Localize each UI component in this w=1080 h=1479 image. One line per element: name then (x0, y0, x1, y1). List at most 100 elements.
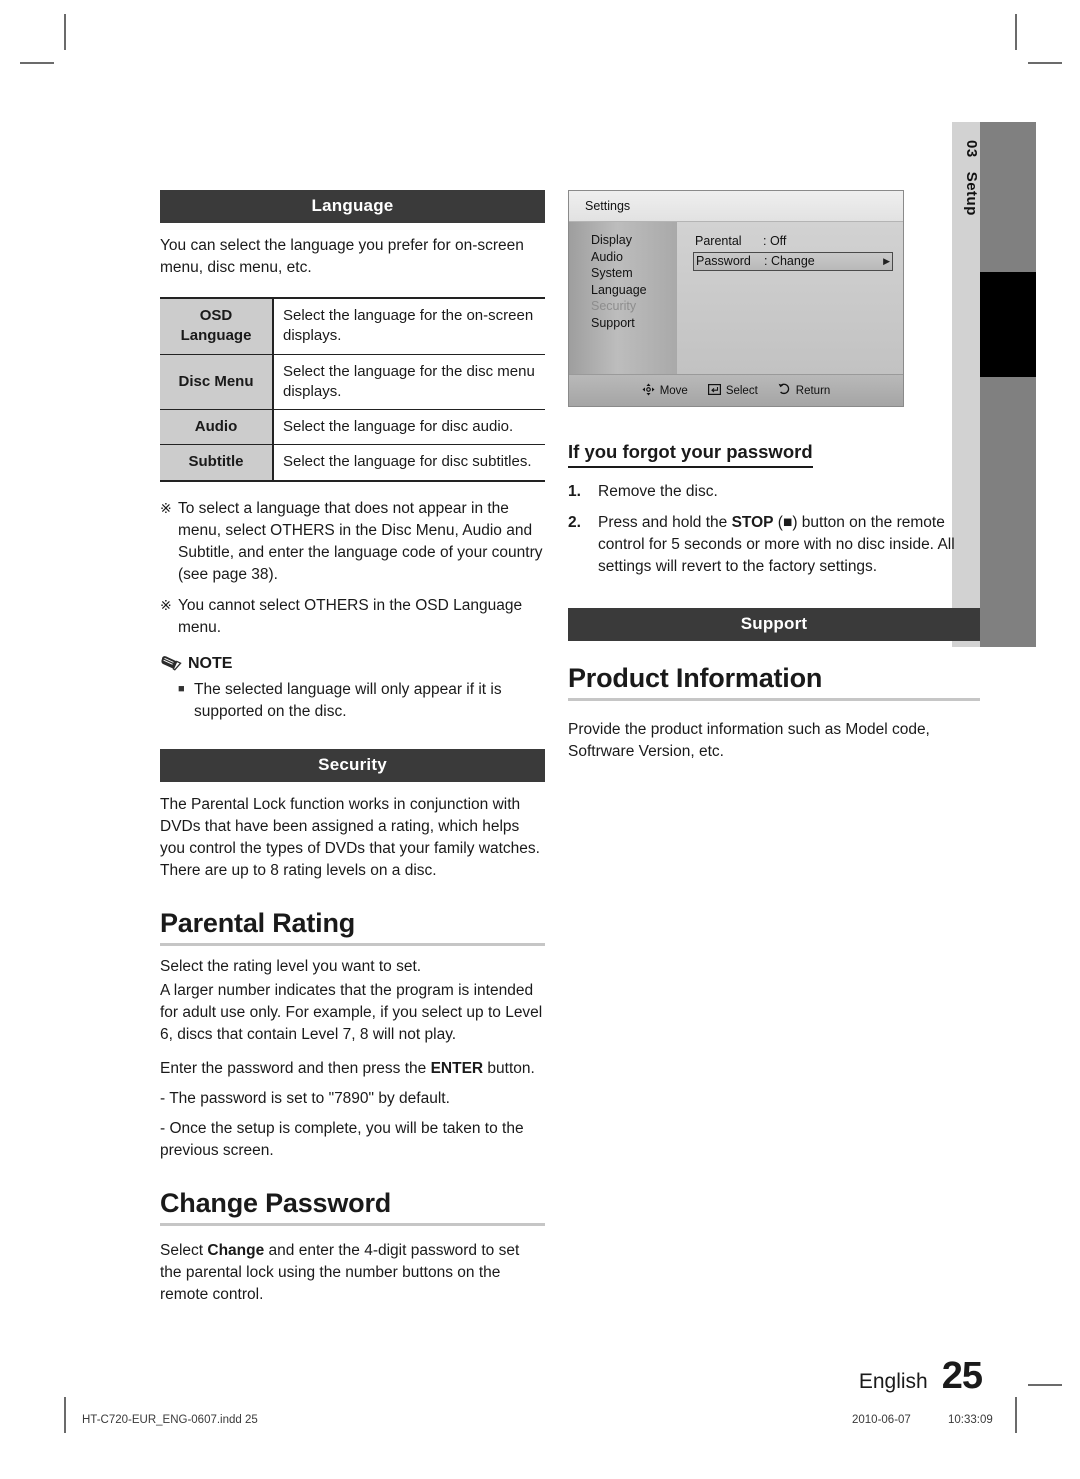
settings-screen-title: Settings (569, 191, 903, 222)
table-row: OSD Language Select the language for the… (160, 297, 545, 355)
crop-mark-bottom-right-vertical (1015, 1397, 1017, 1433)
enter-keyword: ENTER (430, 1059, 484, 1077)
chevron-right-icon: ▶ (883, 256, 890, 266)
note-label: NOTE (188, 654, 233, 672)
settings-footer-select-label: Select (725, 384, 758, 397)
settings-screen-footer: Move Select Return (569, 374, 903, 406)
reference-mark-icon: ※ (160, 499, 172, 516)
remark-item: ※ To select a language that does not app… (160, 498, 545, 586)
table-key-line2: Language (180, 327, 252, 345)
parental-rating-p1: Select the rating level you want to set. (160, 957, 422, 975)
table-key-cell: Subtitle (160, 444, 274, 482)
page-footer: English 25 (858, 1355, 983, 1398)
settings-footer-move-label: Move (659, 384, 688, 397)
remark-item: ※ You cannot select OTHERS in the OSD La… (160, 595, 545, 639)
table-row: Disc Menu Select the language for the di… (160, 354, 545, 410)
left-column: Language You can select the language you… (160, 190, 545, 1306)
dpad-icon (642, 383, 655, 399)
language-options-table: OSD Language Select the language for the… (160, 297, 545, 482)
stop-keyword: STOP (731, 514, 774, 531)
heading-product-information: Product Information (568, 663, 823, 693)
settings-row-value: : Off (763, 234, 787, 248)
print-footer-time: 10:33:09 (948, 1414, 993, 1426)
note-heading: NOTE (160, 655, 545, 673)
table-value-cell: Select the language for disc audio. (273, 409, 545, 446)
reference-mark-icon: ※ (160, 596, 172, 613)
settings-screen-body: Display Audio System Language Security S… (569, 222, 903, 374)
remark-text: You cannot select OTHERS in the OSD Lang… (178, 596, 523, 636)
settings-nav-item-system[interactable]: System (591, 265, 677, 282)
crop-mark-bottom-right-horizontal (1028, 1384, 1062, 1386)
parental-rating-p3: Enter the password and then press the EN… (160, 1058, 545, 1080)
table-row: Subtitle Select the language for disc su… (160, 444, 545, 482)
forgot-step-1: 1. Remove the disc. (568, 481, 980, 503)
settings-footer-select[interactable]: Select (707, 383, 758, 398)
settings-footer-move[interactable]: Move (642, 383, 688, 399)
chapter-thumb-bar-active (980, 272, 1036, 377)
enter-key-icon (707, 383, 721, 398)
heading-parental-rating: Parental Rating (160, 907, 356, 938)
heading-change-password: Change Password (160, 1187, 392, 1218)
step-text: Press and hold the STOP (■) button on th… (598, 512, 980, 578)
page-language-label: English (858, 1370, 928, 1393)
crop-mark-top-right-horizontal (1028, 62, 1062, 64)
settings-footer-return[interactable]: Return (778, 383, 831, 398)
parental-rating-p5: - Once the setup is complete, you will b… (160, 1119, 524, 1159)
step-number: 2. (568, 514, 581, 531)
crop-mark-bottom-left-vertical (64, 1397, 66, 1433)
note-item-text: The selected language will only appear i… (194, 680, 502, 720)
pencil-icon (160, 655, 182, 673)
change-password-body: Select Change and enter the 4-digit pass… (160, 1240, 545, 1306)
table-value-cell: Select the language for the disc menu di… (273, 354, 545, 410)
right-column: Settings Display Audio System Language S… (568, 190, 980, 763)
table-row: Audio Select the language for disc audio… (160, 409, 545, 446)
heading-forgot-password: If you forgot your password (568, 441, 813, 468)
settings-footer-return-label: Return (795, 384, 831, 397)
note-item: ■ The selected language will only appear… (160, 679, 545, 723)
table-key-cell: OSD Language (160, 297, 274, 355)
print-footer-date: 2010-06-07 (852, 1414, 911, 1426)
change-keyword: Change (207, 1241, 265, 1259)
settings-nav-item-support[interactable]: Support (591, 315, 677, 332)
section-header-support: Support (568, 608, 980, 641)
table-key-cell: Audio (160, 409, 274, 446)
square-bullet-icon: ■ (178, 682, 185, 695)
section-header-language: Language (160, 190, 545, 223)
change-password-a: Select (160, 1241, 208, 1259)
heading-rule (160, 1222, 545, 1226)
security-intro: The Parental Lock function works in conj… (160, 795, 540, 879)
return-arrow-icon (778, 383, 791, 398)
page-number: 25 (941, 1355, 983, 1397)
product-information-body: Provide the product information such as … (568, 721, 930, 760)
settings-screen-figure: Settings Display Audio System Language S… (568, 190, 904, 407)
settings-row-password[interactable]: Password : Change ▶ (693, 252, 893, 271)
crop-mark-top-right-vertical (1015, 14, 1017, 50)
crop-mark-top-left-horizontal (20, 62, 54, 64)
language-intro: You can select the language you prefer f… (160, 237, 524, 276)
parental-rating-p3-b: button. (483, 1059, 535, 1077)
crop-mark-top-left-vertical (64, 14, 66, 50)
heading-rule (160, 942, 545, 946)
settings-nav-item-audio[interactable]: Audio (591, 249, 677, 266)
table-key-cell: Disc Menu (160, 354, 274, 410)
settings-nav-item-security[interactable]: Security (591, 298, 677, 315)
step-number: 1. (568, 483, 581, 500)
table-value-cell: Select the language for the on-screen di… (273, 297, 545, 355)
settings-row-parental[interactable]: Parental : Off (693, 232, 893, 251)
parental-rating-p3-a: Enter the password and then press the (160, 1059, 431, 1077)
parental-rating-p4: - The password is set to "7890" by defau… (160, 1089, 450, 1107)
print-footer-filename: HT-C720-EUR_ENG-0607.indd 25 (82, 1414, 258, 1426)
settings-row-label: Parental (695, 234, 742, 248)
remark-text: To select a language that does not appea… (178, 499, 543, 583)
step-text: Remove the disc. (598, 483, 718, 500)
settings-row-label: Password (696, 254, 751, 268)
chapter-number: 03 (963, 140, 980, 158)
settings-nav-item-language[interactable]: Language (591, 282, 677, 299)
step-text-a: Press and hold the (598, 514, 732, 531)
heading-rule (568, 698, 980, 701)
settings-nav-item-display[interactable]: Display (591, 232, 677, 249)
section-header-security: Security (160, 748, 545, 782)
settings-screen-nav: Display Audio System Language Security S… (569, 222, 677, 374)
parental-rating-p2: A larger number indicates that the progr… (160, 981, 543, 1043)
settings-row-value: : Change (764, 254, 815, 268)
